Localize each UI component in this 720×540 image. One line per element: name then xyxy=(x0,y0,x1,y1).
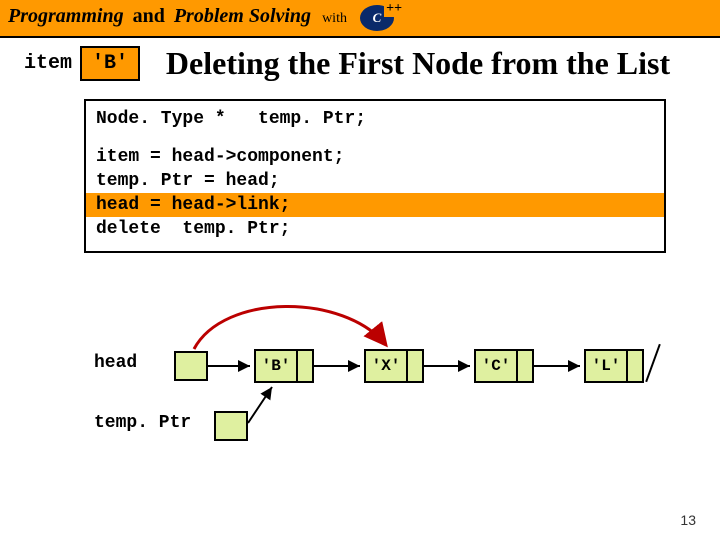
node-1-next xyxy=(406,351,422,381)
node-3-value: 'L' xyxy=(586,351,626,381)
node-0: 'B' xyxy=(254,349,314,383)
brand-and: and xyxy=(133,5,165,27)
code-declaration: Node. Type * temp. Ptr; xyxy=(86,101,664,135)
code-line-3-highlighted: head = head->link; xyxy=(86,193,664,217)
brand-with: with xyxy=(322,11,347,26)
linked-list-diagram: head temp. Ptr 'B' 'X' 'C' 'L' xyxy=(24,273,696,453)
code-line-1: item = head->component; xyxy=(86,145,664,169)
node-1-value: 'X' xyxy=(366,351,406,381)
node-2: 'C' xyxy=(474,349,534,383)
cpp-plus: ++ xyxy=(384,1,404,17)
item-label: item xyxy=(24,52,72,75)
code-line-2: temp. Ptr = head; xyxy=(86,169,664,193)
cpp-letter: C xyxy=(373,10,382,26)
null-terminator-icon xyxy=(645,344,661,382)
node-0-value: 'B' xyxy=(256,351,296,381)
node-0-next xyxy=(296,351,312,381)
node-2-value: 'C' xyxy=(476,351,516,381)
slide-title: Deleting the First Node from the List xyxy=(140,46,696,81)
brand: Programming and Problem Solving with C +… xyxy=(8,5,394,31)
code-box: Node. Type * temp. Ptr; item = head->com… xyxy=(84,99,666,253)
code-line-4: delete temp. Ptr; xyxy=(86,217,664,241)
head-pointer-label: head xyxy=(94,353,137,373)
tempptr-label: temp. Ptr xyxy=(94,413,191,433)
head-pointer-box xyxy=(174,351,208,381)
tempptr-box xyxy=(214,411,248,441)
node-2-next xyxy=(516,351,532,381)
arrow-head-reassign-icon xyxy=(194,307,386,350)
item-value-box: 'B' xyxy=(80,46,140,81)
brand-word-1: Programming xyxy=(8,5,124,27)
node-3: 'L' xyxy=(584,349,644,383)
cpp-badge: C ++ xyxy=(360,5,394,31)
brand-word-2: Problem Solving xyxy=(174,5,311,27)
arrow-tempptr-to-b xyxy=(248,387,272,423)
header-bar: Programming and Problem Solving with C +… xyxy=(0,0,720,36)
node-1: 'X' xyxy=(364,349,424,383)
page-number: 13 xyxy=(680,512,696,528)
node-3-next xyxy=(626,351,642,381)
